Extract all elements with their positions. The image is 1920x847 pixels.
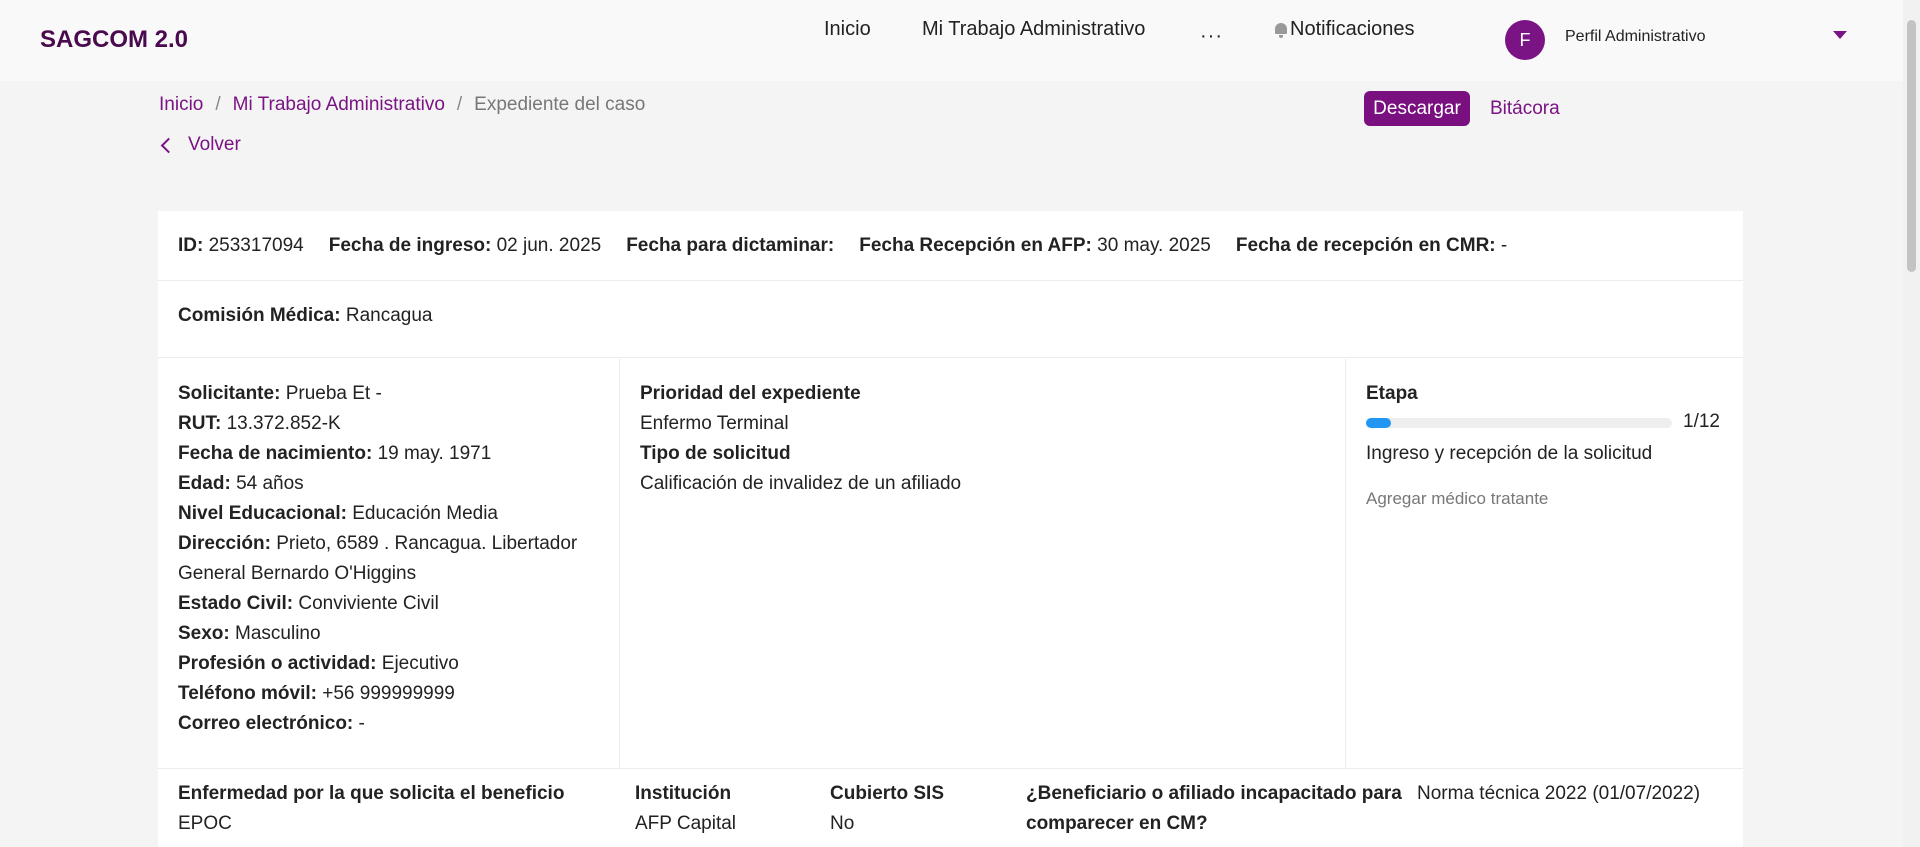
- prioridad-value: Enfermo Terminal: [640, 413, 789, 434]
- field-nivel-educacional: Nivel Educacional: Educación Media: [178, 503, 498, 524]
- field-correo: Correo electrónico: -: [178, 713, 365, 734]
- field-direccion: Dirección: Prieto, 6589 . Rancagua. Libe…: [178, 533, 578, 584]
- nav-more-button[interactable]: ···: [1200, 25, 1223, 48]
- progress-fill: [1366, 418, 1392, 428]
- log-link[interactable]: Bitácora: [1490, 98, 1560, 120]
- summary-fecha-ingreso: Fecha de ingreso: 02 jun. 2025: [328, 234, 602, 256]
- sis-field: Cubierto SIS No: [830, 779, 944, 839]
- sis-value: No: [830, 813, 855, 834]
- app-logo[interactable]: SAGCOM 2.0: [40, 26, 188, 54]
- breadcrumb-inicio[interactable]: Inicio: [159, 94, 203, 116]
- institution-label: Institución: [635, 783, 732, 804]
- field-telefono: Teléfono móvil: +56 999999999: [178, 683, 455, 704]
- column-divider: [1345, 359, 1346, 768]
- commission-field: Comisión Médica: Rancagua: [178, 305, 433, 326]
- field-profesion: Profesión o actividad: Ejecutivo: [178, 653, 459, 674]
- stage-label: Etapa: [1366, 383, 1418, 404]
- summary-fecha-cmr: Fecha de recepción en CMR: -: [1235, 234, 1508, 256]
- progress-text: 1/12: [1683, 411, 1720, 432]
- case-summary-row: ID: 253317094 Fecha de ingreso: 02 jun. …: [158, 211, 1743, 281]
- back-label: Volver: [188, 134, 241, 155]
- sis-label: Cubierto SIS: [830, 783, 945, 804]
- disease-label: Enfermedad por la que solicita el benefi…: [178, 783, 565, 804]
- bell-icon: [1274, 21, 1288, 38]
- chevron-left-icon: [160, 137, 177, 153]
- disease-value: EPOC: [178, 813, 232, 834]
- commission-row: Comisión Médica: Rancagua: [158, 282, 1743, 358]
- profile-name[interactable]: Perfil Administrativo: [1565, 28, 1706, 46]
- stage-progress: 1/12: [1366, 409, 1736, 439]
- prioridad-label: Prioridad del expediente: [640, 383, 861, 404]
- disease-field: Enfermedad por la que solicita el benefi…: [178, 779, 564, 839]
- download-button[interactable]: Descargar: [1364, 91, 1470, 126]
- column-divider: [619, 359, 620, 768]
- breadcrumb-mi-trabajo[interactable]: Mi Trabajo Administrativo: [233, 94, 445, 116]
- case-card: ID: 253317094 Fecha de ingreso: 02 jun. …: [158, 211, 1743, 847]
- summary-id: ID: 253317094: [178, 234, 304, 256]
- nav-item-mi-trabajo[interactable]: Mi Trabajo Administrativo: [922, 18, 1145, 41]
- field-edad: Edad: 54 años: [178, 473, 304, 494]
- breadcrumb-current: Expediente del caso: [474, 94, 646, 115]
- case-priority: Prioridad del expediente Enfermo Termina…: [640, 379, 961, 499]
- incapacitated-field: ¿Beneficiario o afiliado incapacitado pa…: [1026, 779, 1406, 839]
- field-nacimiento: Fecha de nacimiento: 19 may. 1971: [178, 443, 492, 464]
- nav-notifications[interactable]: Notificaciones: [1274, 18, 1415, 41]
- breadcrumb-separator: /: [456, 94, 463, 115]
- tipo-label: Tipo de solicitud: [640, 443, 791, 464]
- stage-name: Ingreso y recepción de la solicitud: [1366, 443, 1653, 464]
- chevron-down-icon[interactable]: [1833, 31, 1847, 39]
- field-rut: RUT: 13.372.852-K: [178, 413, 341, 434]
- stage-panel: Etapa 1/12 Ingreso y recepción de la sol…: [1366, 379, 1736, 509]
- avatar[interactable]: F: [1505, 20, 1545, 60]
- back-link[interactable]: Volver: [159, 134, 241, 156]
- institution-field: Institución AFP Capital: [635, 779, 736, 839]
- summary-fecha-afp: Fecha Recepción en AFP: 30 may. 2025: [859, 234, 1211, 256]
- field-sexo: Sexo: Masculino: [178, 623, 321, 644]
- scrollbar-thumb[interactable]: [1907, 20, 1916, 272]
- top-navbar: SAGCOM 2.0 Inicio Mi Trabajo Administrat…: [0, 0, 1903, 81]
- tipo-value: Calificación de invalidez de un afiliado: [640, 473, 962, 494]
- section-divider: [158, 768, 1743, 769]
- progress-track: [1366, 418, 1672, 428]
- applicant-details: Solicitante: Prueba Et - RUT: 13.372.852…: [178, 379, 598, 739]
- norma-tecnica: Norma técnica 2022 (01/07/2022): [1417, 783, 1701, 804]
- nav-notifications-label: Notificaciones: [1290, 17, 1415, 40]
- field-solicitante: Solicitante: Prueba Et -: [178, 383, 382, 404]
- field-estado-civil: Estado Civil: Conviviente Civil: [178, 593, 439, 614]
- summary-fecha-dictaminar: Fecha para dictaminar:: [626, 234, 835, 256]
- incapacitated-label: ¿Beneficiario o afiliado incapacitado pa…: [1026, 783, 1402, 834]
- breadcrumb-separator: /: [215, 94, 221, 115]
- nav-item-inicio[interactable]: Inicio: [824, 18, 871, 41]
- breadcrumb: Inicio / Mi Trabajo Administrativo / Exp…: [159, 94, 645, 116]
- page-scrollbar[interactable]: [1903, 0, 1920, 847]
- institution-value: AFP Capital: [635, 813, 737, 834]
- add-doctor-link[interactable]: Agregar médico tratante: [1366, 489, 1736, 509]
